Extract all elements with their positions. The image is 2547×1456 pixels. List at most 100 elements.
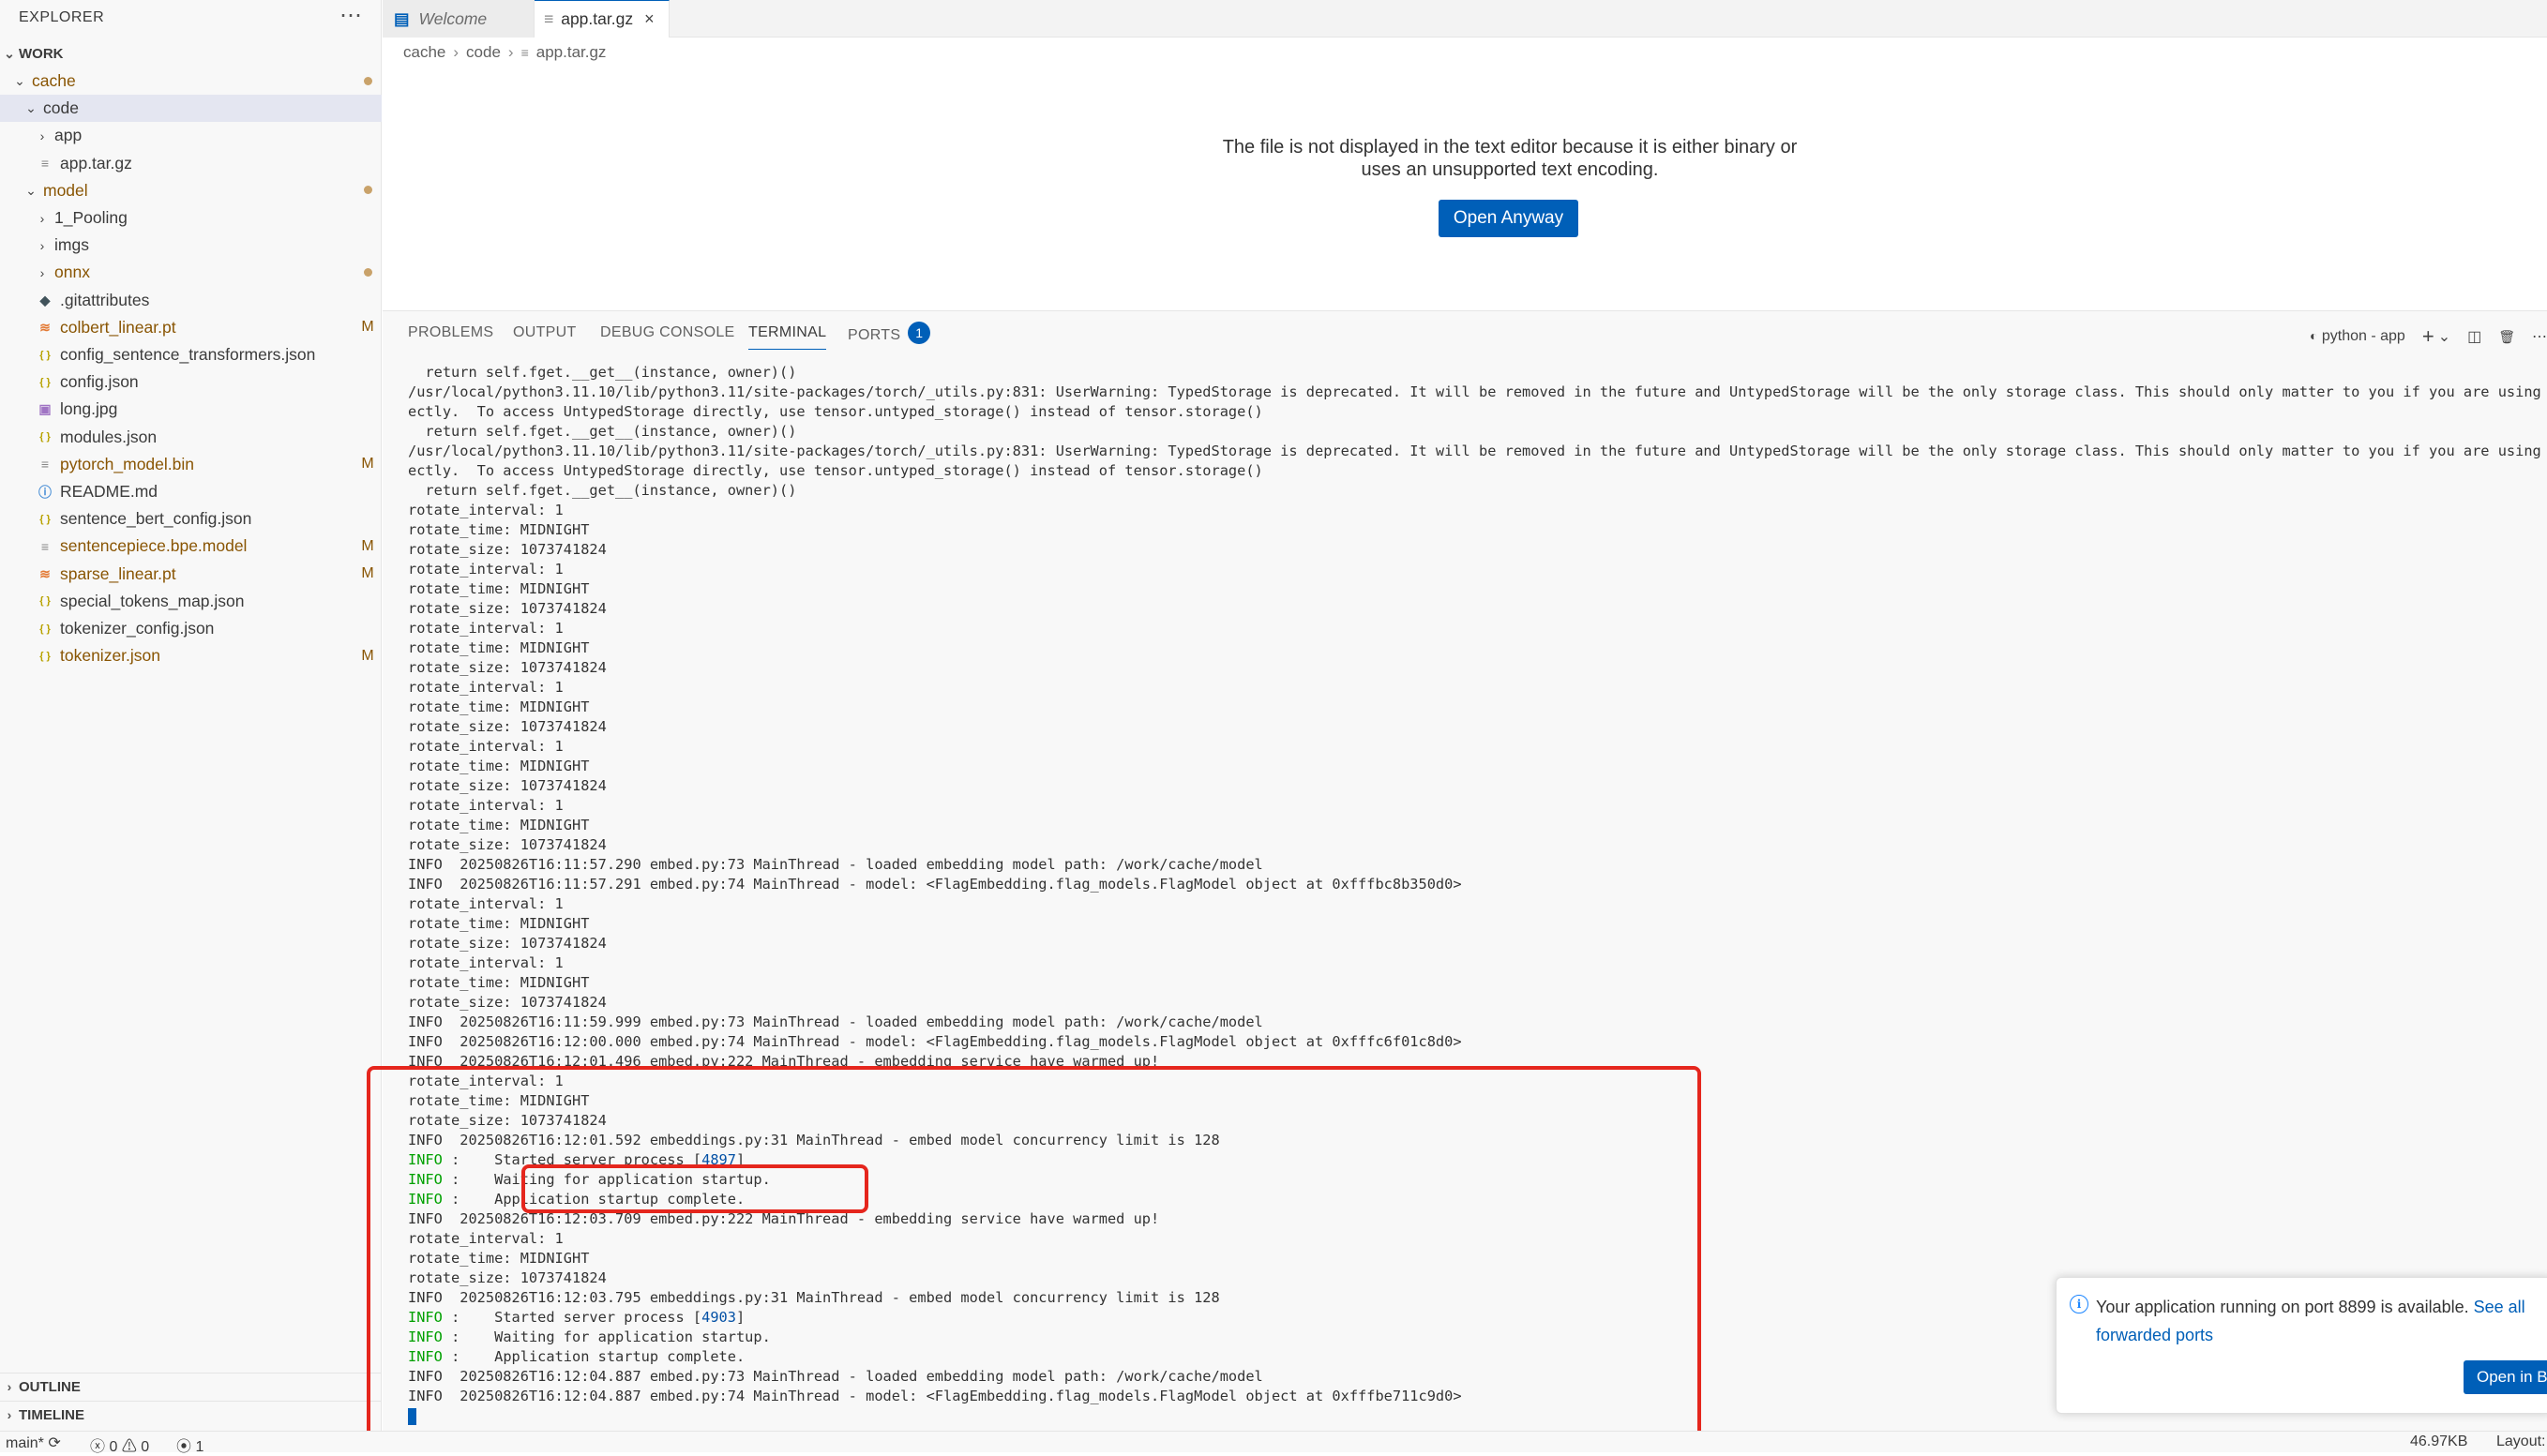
file-item-sentence-bert-config-json[interactable]: { } sentence_bert_config.json	[0, 505, 382, 533]
terminal-selector[interactable]: ◐ python - app	[2310, 328, 2405, 345]
git-modified-badge: M	[361, 319, 374, 336]
tree-item-label: long.jpg	[60, 399, 118, 419]
git-branch-label: main*	[6, 1435, 44, 1451]
folder-item-app[interactable]: › app	[0, 122, 382, 149]
terminal-line: rotate_time: MIDNIGHT	[408, 579, 589, 599]
binary-file-message: The file is not displayed in the text ed…	[1210, 136, 1810, 181]
tab-debug-console[interactable]: DEBUG CONSOLE	[600, 324, 735, 349]
json-icon: { }	[39, 650, 51, 662]
line-text: rotate_size: 1073741824	[408, 600, 607, 617]
file-item-app-tar-gz[interactable]: ≡ app.tar.gz	[0, 150, 382, 177]
broadcast-icon: ⦿	[176, 1439, 192, 1455]
breadcrumb-item[interactable]: cache	[403, 43, 445, 62]
trash-icon[interactable]: 🗑	[2498, 329, 2515, 345]
folder-item-1-pooling[interactable]: › 1_Pooling	[0, 204, 382, 232]
tab-welcome[interactable]: ▤ Welcome	[383, 0, 535, 38]
terminal-line: rotate_interval: 1	[408, 737, 564, 757]
tree-item-label: pytorch_model.bin	[60, 454, 194, 473]
line-text: rotate_time: MIDNIGHT	[408, 580, 590, 597]
tree-item-label: modules.json	[60, 427, 158, 446]
line-text: return self.fget.__get__(instance, owner…	[408, 364, 797, 381]
ports-indicator[interactable]: ⦿ 1	[176, 1433, 203, 1456]
tab-app-tar-gz[interactable]: ≡ app.tar.gz ×	[535, 0, 670, 38]
terminal-line: rotate_size: 1073741824	[408, 658, 607, 678]
breadcrumb-item[interactable]: code	[466, 43, 501, 62]
tab-problems[interactable]: PROBLEMS	[408, 324, 493, 349]
chevron-right-icon: ›	[39, 210, 45, 226]
line-text: rotate_size: 1073741824	[408, 777, 607, 794]
warning-count: 0	[141, 1439, 150, 1455]
folder-item-onnx[interactable]: › onnx	[0, 259, 382, 286]
git-modified-badge: M	[361, 565, 374, 582]
file-icon: ≡	[544, 9, 554, 28]
line-text: rotate_size: 1073741824	[408, 994, 607, 1011]
git-modified-badge: M	[361, 456, 374, 473]
file-item-tokenizer-config-json[interactable]: { } tokenizer_config.json	[0, 615, 382, 642]
file-item-tokenizer-json[interactable]: { } tokenizer.json M	[0, 642, 382, 669]
file-icon: ≡	[40, 538, 50, 554]
file-item-colbert-linear-pt[interactable]: ≋ colbert_linear.pt M	[0, 314, 382, 341]
terminal-line: rotate_size: 1073741824	[408, 599, 607, 619]
modified-dot-icon	[363, 76, 372, 85]
problems-indicator[interactable]: ⓧ 0 ⚠ 0	[90, 1433, 149, 1456]
file-item-sparse-linear-pt[interactable]: ≋ sparse_linear.pt M	[0, 561, 382, 588]
timeline-section-header[interactable]: › TIMELINE	[0, 1401, 382, 1428]
tree-item-label: tokenizer_config.json	[60, 619, 215, 638]
line-text: rotate_time: MIDNIGHT	[408, 817, 590, 833]
folder-item-code[interactable]: ⌄ code	[0, 95, 382, 123]
file-item-pytorch-model-bin[interactable]: ≡ pytorch_model.bin M	[0, 451, 382, 478]
tree-item-label: sentencepiece.bpe.model	[60, 536, 248, 556]
chevron-down-icon[interactable]: ⌄	[2438, 327, 2450, 346]
file-item-sentencepiece-bpe-model[interactable]: ≡ sentencepiece.bpe.model M	[0, 533, 382, 560]
line-text: ectly. To access UntypedStorage directly…	[408, 462, 1263, 479]
ports-count-badge: 1	[908, 322, 931, 344]
tab-terminal[interactable]: TERMINAL	[748, 324, 827, 350]
ellipsis-icon[interactable]: ⋯	[339, 2, 362, 29]
terminal-line: rotate_time: MIDNIGHT	[408, 698, 589, 717]
tab-ports[interactable]: PORTS 1	[848, 322, 931, 349]
file-item--gitattributes[interactable]: ◆ .gitattributes	[0, 287, 382, 314]
tree-item-label: sparse_linear.pt	[60, 563, 176, 583]
chevron-right-icon: ›	[39, 237, 45, 253]
terminal-line: /usr/local/python3.11.10/lib/python3.11/…	[408, 442, 2547, 461]
outline-section-header[interactable]: › OUTLINE	[0, 1373, 382, 1400]
more-actions-icon[interactable]: ⋯	[2532, 327, 2547, 346]
file-item-readme-md[interactable]: ⓘ README.md	[0, 478, 382, 505]
split-terminal-icon[interactable]: ◫	[2467, 327, 2481, 346]
sync-icon: ⟳	[48, 1435, 61, 1451]
chevron-right-icon: ›	[39, 128, 45, 143]
file-item-config-sentence-transformers-json[interactable]: { } config_sentence_transformers.json	[0, 341, 382, 368]
file-item-special-tokens-map-json[interactable]: { } special_tokens_map.json	[0, 588, 382, 615]
line-text: INFO 20250826T16:11:57.291 embed.py:74 M…	[408, 876, 1462, 893]
file-item-long-jpg[interactable]: ▣ long.jpg	[0, 396, 382, 423]
layout-indicator[interactable]: Layout:	[2496, 1433, 2545, 1450]
folder-item-model[interactable]: ⌄ model	[0, 177, 382, 204]
line-text: rotate_interval: 1	[408, 895, 564, 912]
tree-item-label: onnx	[54, 263, 90, 282]
tab-output[interactable]: OUTPUT	[513, 324, 577, 349]
chevron-right-icon: ›	[7, 1407, 12, 1422]
chevron-right-icon: ›	[7, 1379, 12, 1394]
open-anyway-button[interactable]: Open Anyway	[1439, 200, 1578, 237]
open-in-browser-button[interactable]: Open in B	[2464, 1360, 2547, 1394]
folder-item-cache[interactable]: ⌄ cache	[0, 68, 382, 95]
breadcrumb-item[interactable]: app.tar.gz	[536, 43, 607, 62]
close-icon[interactable]: ×	[644, 9, 655, 29]
new-terminal-icon[interactable]: +	[2422, 324, 2434, 349]
terminal-line: /usr/local/python3.11.10/lib/python3.11/…	[408, 383, 2547, 402]
file-item-modules-json[interactable]: { } modules.json	[0, 424, 382, 451]
terminal-line: ectly. To access UntypedStorage directly…	[408, 461, 1263, 481]
modified-dot-icon	[363, 186, 372, 195]
line-text: rotate_size: 1073741824	[408, 659, 607, 676]
file-item-config-json[interactable]: { } config.json	[0, 368, 382, 396]
terminal-line: rotate_interval: 1	[408, 796, 564, 816]
tree-item-label: tokenizer.json	[60, 646, 161, 666]
folder-item-imgs[interactable]: › imgs	[0, 232, 382, 259]
line-text: rotate_interval: 1	[408, 954, 564, 971]
chevron-down-icon: ⌄	[14, 73, 25, 88]
line-text: rotate_time: MIDNIGHT	[408, 915, 590, 932]
rss-icon: ≋	[39, 565, 51, 581]
tree-item-label: sentence_bert_config.json	[60, 509, 252, 529]
workspace-section-header[interactable]: ⌄ WORK	[0, 40, 382, 67]
branch-indicator[interactable]: main* ⟳	[6, 1433, 61, 1452]
